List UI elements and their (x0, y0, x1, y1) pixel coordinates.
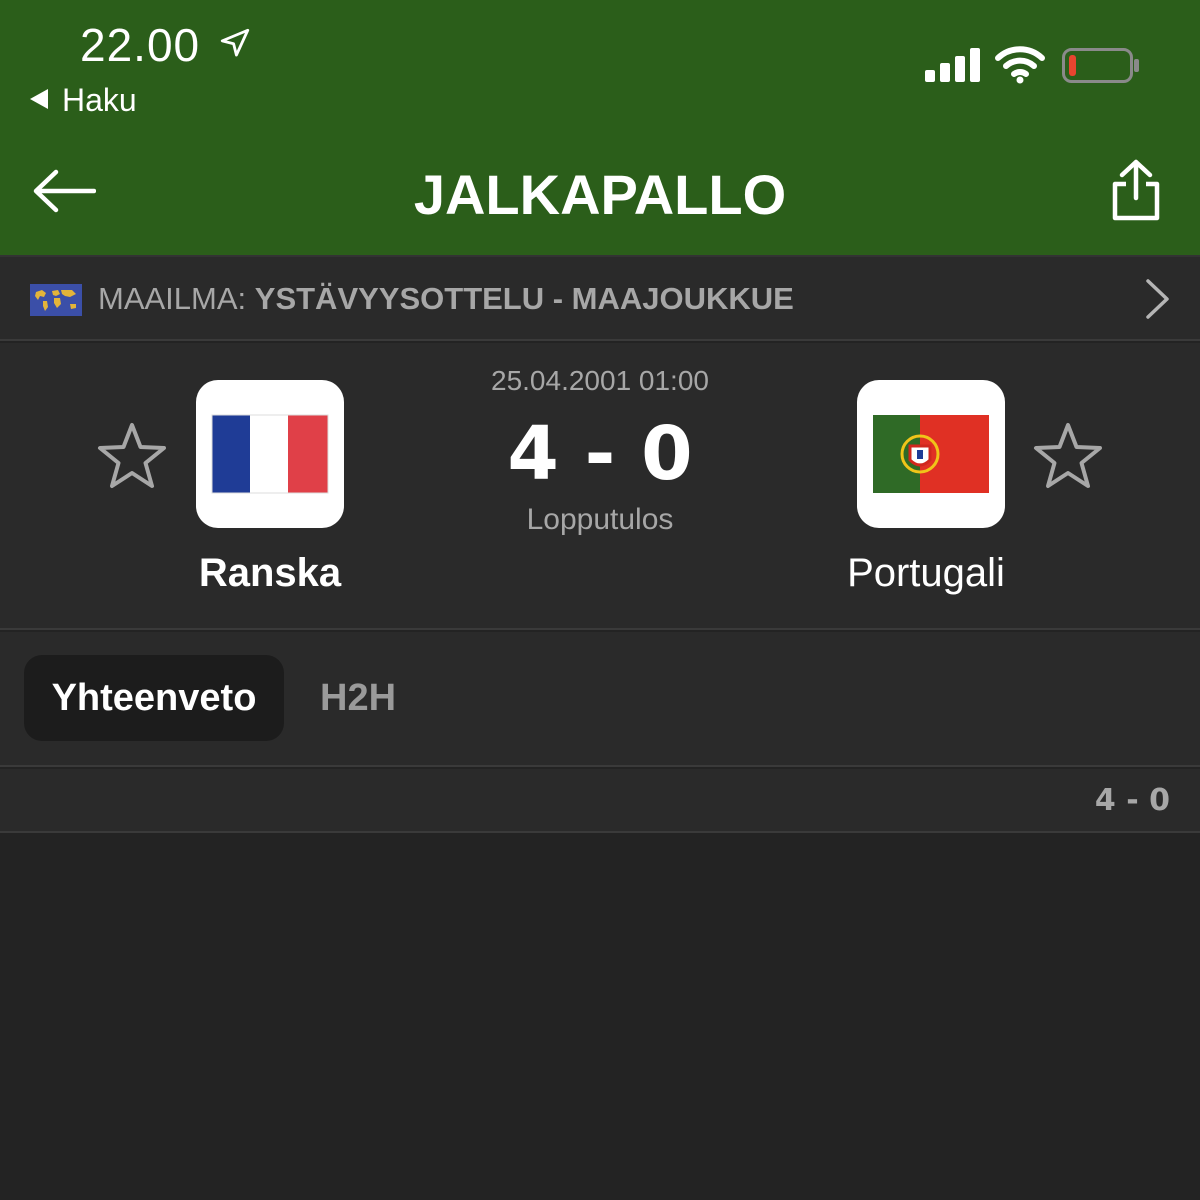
battery-low-icon (1062, 48, 1139, 83)
match-status: Lopputulos (526, 503, 674, 536)
favorite-away-star-icon[interactable] (1033, 421, 1103, 491)
competition-label: MAAILMA: YSTÄVYYSOTTELU - MAAJOUKKUE (98, 281, 794, 317)
tab-h2h[interactable]: H2H (320, 655, 396, 741)
competition-name: YSTÄVYYSOTTELU - MAAJOUKKUE (254, 281, 794, 316)
home-team-logo[interactable] (196, 380, 344, 528)
wifi-icon (995, 46, 1045, 84)
summary-result-score: 4 - 0 (1094, 783, 1170, 818)
france-flag (211, 414, 329, 494)
away-team-logo[interactable] (857, 380, 1005, 528)
signal-icon (925, 48, 980, 82)
away-team-name[interactable]: Portugali (776, 551, 1076, 596)
competition-region: MAAILMA: (98, 281, 255, 316)
competition-row[interactable]: MAAILMA: YSTÄVYYSOTTELU - MAAJOUKKUE (0, 255, 1200, 341)
home-team-name[interactable]: Ranska (120, 551, 420, 596)
back-triangle-icon (30, 89, 48, 109)
world-flag-icon (30, 284, 82, 316)
match-header: Ranska 25.04.2001 01:00 4 - 0 Lopputulos… (0, 343, 1200, 630)
tab-yhteenveto[interactable]: Yhteenveto (24, 655, 284, 741)
status-time: 22.00 (80, 19, 201, 71)
share-icon[interactable] (1110, 158, 1162, 222)
chevron-right-icon[interactable] (1142, 278, 1172, 320)
match-date: 25.04.2001 01:00 (491, 365, 709, 396)
page-title: JALKAPALLO (413, 163, 787, 226)
tab-bar: Yhteenveto H2H (0, 632, 1200, 767)
back-to-app-link[interactable]: Haku (30, 82, 137, 119)
match-score: 4 - 0 (507, 411, 693, 497)
app-header: 22.00 Haku JALKAPALLO (0, 0, 1200, 255)
back-app-label: Haku (62, 82, 137, 118)
favorite-home-star-icon[interactable] (97, 421, 167, 491)
summary-result-row: 4 - 0 (0, 769, 1200, 833)
portugal-flag (873, 415, 989, 493)
location-arrow-icon (220, 28, 250, 57)
